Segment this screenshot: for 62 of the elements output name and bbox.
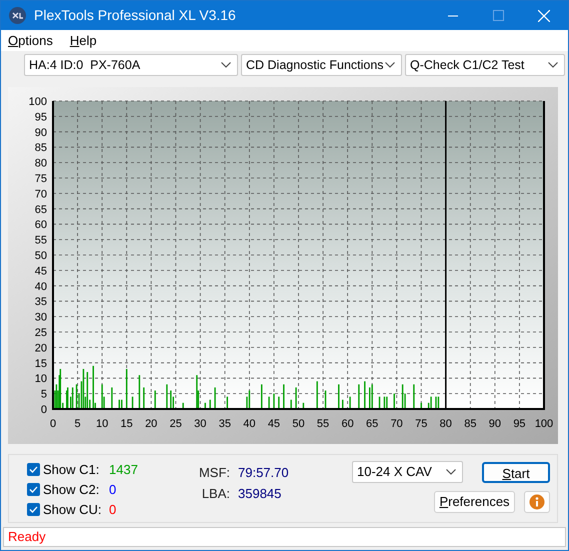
y-tick-label: 15: [34, 358, 47, 370]
x-tick-label: 40: [243, 418, 256, 430]
field-label: MSF:: [198, 464, 230, 479]
y-tick-label: 5: [40, 388, 47, 401]
x-tick-label: 10: [96, 418, 108, 430]
status-text: Ready: [8, 528, 46, 546]
y-tick-label: 95: [34, 111, 47, 124]
x-tick-label: 90: [488, 418, 502, 430]
y-tick-label: 0: [40, 404, 47, 416]
y-tick-label: 80: [34, 158, 47, 170]
x-tick-label: 75: [415, 418, 428, 430]
start-button[interactable]: Start: [482, 462, 550, 482]
x-tick-label: 95: [513, 418, 526, 430]
y-tick-label: 55: [34, 234, 47, 247]
field-value: 359845: [238, 485, 282, 500]
x-tick-label: 5: [74, 418, 81, 430]
x-tick-label: 85: [464, 418, 476, 430]
x-tick-label: 70: [390, 418, 403, 430]
field-value: 79:57.70: [238, 464, 289, 479]
y-tick-label: 30: [34, 312, 47, 324]
x-tick-label: 20: [145, 418, 158, 430]
preferences-button[interactable]: Preferences: [434, 491, 515, 513]
checkbox-label: Show C2:: [43, 480, 100, 499]
checkbox-label: Show CU:: [43, 500, 103, 519]
y-tick-label: 75: [34, 173, 47, 185]
y-tick-label: 50: [34, 250, 47, 262]
dropdown[interactable]: CD Diagnostic Functions: [241, 54, 402, 76]
y-tick-label: 65: [34, 204, 47, 216]
y-tick-label: 100: [28, 96, 47, 108]
error-count: 0: [109, 480, 116, 499]
y-tick-label: 35: [34, 296, 47, 308]
x-tick-label: 15: [120, 418, 133, 430]
y-tick-label: 25: [34, 327, 47, 339]
x-tick-label: 0: [50, 418, 56, 430]
x-tick-label: 55: [316, 418, 330, 430]
x-tick-label: 35: [218, 418, 231, 430]
field-label: LBA:: [200, 485, 230, 500]
menu-item[interactable]: Options: [8, 30, 53, 50]
error-count: 0: [109, 500, 116, 519]
y-tick-label: 10: [34, 373, 47, 386]
dropdown[interactable]: HA:4 ID:0 PX-760A: [24, 54, 238, 76]
y-tick-label: 90: [34, 126, 47, 139]
checkbox-label: Show C1:: [43, 460, 100, 479]
window-title: PlexTools Professional XL V3.16: [34, 6, 236, 25]
y-tick-label: 85: [34, 142, 47, 154]
x-tick-label: 30: [194, 418, 206, 430]
x-tick-label: 80: [440, 418, 452, 430]
x-tick-label: 65: [366, 418, 378, 430]
speed-dropdown[interactable]: 10-24 X CAV: [352, 461, 463, 483]
y-tick-label: 45: [34, 265, 47, 278]
y-tick-label: 70: [34, 188, 47, 200]
error-count: 1437: [109, 460, 138, 479]
x-tick-label: 45: [268, 418, 280, 430]
y-tick-label: 40: [34, 280, 47, 293]
x-tick-label: 100: [534, 418, 554, 430]
x-tick-label: 50: [292, 418, 305, 430]
menu-item[interactable]: Help: [70, 30, 97, 50]
dropdown[interactable]: Q-Check C1/C2 Test: [405, 54, 565, 76]
x-tick-label: 25: [170, 418, 182, 430]
y-tick-label: 60: [34, 219, 47, 232]
y-tick-label: 20: [34, 342, 47, 354]
x-tick-label: 60: [341, 418, 354, 430]
